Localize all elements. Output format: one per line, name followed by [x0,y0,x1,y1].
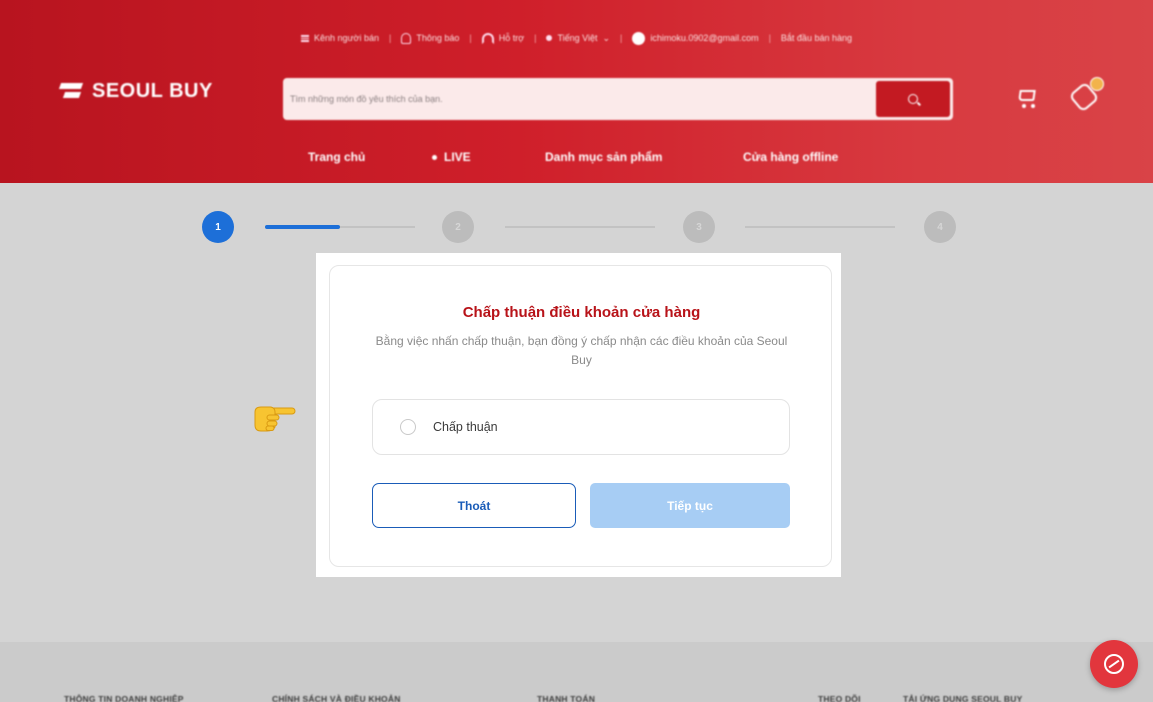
cart-basket [1018,90,1036,101]
account-link[interactable]: ichimoku.0902@gmail.com [632,31,759,45]
site-header: Kênh người bán | Thông báo | Hỗ trợ | Ti… [0,0,1153,183]
nav-item-offline-stores[interactable]: Cửa hàng offline [743,150,838,164]
main-nav: Trang chủ LIVE Danh mục sản phẩm Cửa hàn… [0,150,1153,166]
logo-mark-icon [60,81,84,103]
pointing-hand-icon [254,406,296,432]
step-progress [265,225,340,229]
step-connector [505,226,655,228]
divider: | [469,33,472,43]
chevron-down-icon: ⌄ [602,32,611,43]
cart-wheel [1031,104,1035,108]
nav-item-live-label: LIVE [444,150,471,164]
search-icon [908,94,918,104]
step-3: 3 [683,211,715,243]
top-bar: Kênh người bán | Thông báo | Hỗ trợ | Ti… [0,31,1153,45]
accept-option-label: Chấp thuận [433,420,498,434]
account-email: ichimoku.0902@gmail.com [650,33,759,43]
footer-heading-follow: THEO DÕI [818,694,861,702]
footer-heading-policies: CHÍNH SÁCH VÀ ĐIỀU KHOẢN [272,694,401,702]
notification-badge [1090,77,1104,91]
site-logo[interactable]: SEOUL BUY [60,80,213,103]
bell-icon [401,32,412,44]
accept-radio[interactable] [400,419,416,435]
nav-item-categories[interactable]: Danh mục sản phẩm [545,150,662,164]
site-footer: THÔNG TIN DOANH NGHIỆP CHÍNH SÁCH VÀ ĐIỀ… [0,642,1153,702]
step-1: 1 [202,211,234,243]
language-label: Tiếng Việt [557,33,598,43]
divider: | [620,33,623,43]
divider: | [768,33,771,43]
notifications-label: Thông báo [416,33,460,43]
cart-icon[interactable] [1016,87,1038,109]
dialog-description: Bằng việc nhấn chấp thuận, bạn đồng ý ch… [375,334,788,367]
list-icon [301,34,309,42]
seller-channel-link[interactable]: Kênh người bán [301,33,379,43]
chat-button[interactable] [1090,640,1138,688]
footer-heading-company-info: THÔNG TIN DOANH NGHIỆP [64,694,184,702]
step-connector [745,226,895,228]
info-icon [632,31,646,45]
step-2: 2 [442,211,474,243]
step-4: 4 [924,211,956,243]
terms-dialog: Chấp thuận điều khoản cửa hàng Bằng việc… [329,265,832,567]
notifications-link[interactable]: Thông báo [401,32,460,44]
nav-item-home[interactable]: Trang chủ [308,150,365,164]
footer-heading-download-app: TẢI ỨNG DỤNG SEOUL BUY [903,694,1023,702]
continue-button[interactable]: Tiếp tục [590,483,790,528]
search-bar [283,78,953,120]
chat-icon [1104,654,1124,674]
search-input[interactable] [283,78,876,120]
support-link[interactable]: Hỗ trợ [481,32,525,44]
logo-text: SEOUL BUY [92,80,213,102]
start-selling-label: Bắt đầu bán hàng [780,33,852,43]
nav-item-live[interactable]: LIVE [432,150,471,164]
footer-heading-payment: THANH TOÁN [537,694,596,702]
live-dot-icon [432,155,437,161]
exit-button[interactable]: Thoát [372,483,576,528]
accept-option[interactable]: Chấp thuận [372,399,790,455]
divider: | [534,33,537,43]
cart-wheel [1022,104,1026,108]
headset-icon [481,32,494,44]
start-selling-link[interactable]: Bắt đầu bán hàng [781,33,852,43]
language-selector[interactable]: Tiếng Việt ⌄ [546,33,610,44]
globe-icon [546,35,553,41]
search-button[interactable] [876,81,950,117]
seller-channel-label: Kênh người bán [314,33,379,43]
dialog-title: Chấp thuận điều khoản cửa hàng [462,304,701,321]
support-label: Hỗ trợ [498,33,525,43]
divider: | [388,33,392,43]
